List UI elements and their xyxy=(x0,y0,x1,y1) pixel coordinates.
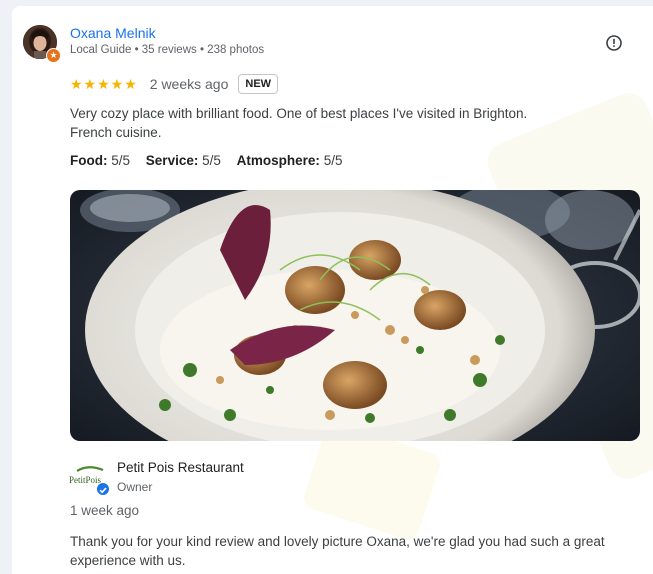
reply-text-line: Thank you for your kind review and lovel… xyxy=(70,534,605,549)
author-name[interactable]: Oxana Melnik xyxy=(70,25,156,41)
review-text-line: French cuisine. xyxy=(70,125,162,140)
local-guide-badge-icon: ★ xyxy=(46,48,61,63)
review-date: 2 weeks ago xyxy=(149,76,229,92)
aspect-food: Food: 5/5 xyxy=(70,153,131,168)
reply-text: Thank you for your kind review and lovel… xyxy=(70,532,630,570)
reply-date: 1 week ago xyxy=(70,503,140,518)
author-meta: Local Guide • 35 reviews • 238 photos xyxy=(70,44,265,56)
report-icon xyxy=(606,35,622,51)
review-photo[interactable] xyxy=(70,190,640,441)
aspect-ratings: Food: 5/5 Service: 5/5 Atmosphere: 5/5 xyxy=(70,153,354,168)
reply-text-line: experience with us. xyxy=(70,553,186,568)
owner-role: Owner xyxy=(117,480,153,494)
aspect-atmosphere: Atmosphere: 5/5 xyxy=(236,153,343,168)
aspect-service: Service: 5/5 xyxy=(145,153,221,168)
verified-icon xyxy=(96,482,110,496)
review-text: Very cozy place with brilliant food. One… xyxy=(70,104,570,142)
new-badge: NEW xyxy=(238,74,279,94)
report-button[interactable] xyxy=(606,35,622,51)
rating-row: ★★★★★ 2 weeks ago NEW xyxy=(70,73,279,95)
review-text-line: Very cozy place with brilliant food. One… xyxy=(70,106,528,121)
review-card: ★ Oxana Melnik Local Guide • 35 reviews … xyxy=(12,6,653,574)
star-rating: ★★★★★ xyxy=(70,75,138,92)
owner-name: Petit Pois Restaurant xyxy=(117,460,244,475)
